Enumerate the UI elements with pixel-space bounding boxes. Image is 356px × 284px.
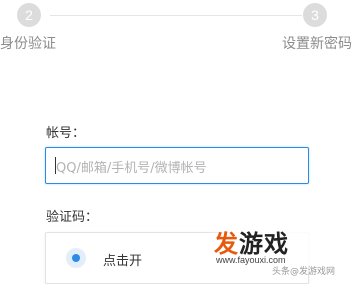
step-3-label: 设置新密码 — [282, 36, 352, 52]
account-placeholder: QQ/邮箱/手机号/微博帐号 — [56, 161, 207, 176]
step-2-label: 身份验证 — [0, 36, 56, 52]
watermark-subtitle: 头条@发游戏网 — [272, 267, 336, 277]
step-2-circle: 2 — [17, 3, 41, 27]
account-label: 帐号： — [46, 126, 86, 141]
watermark-brand-rest: 游戏 — [239, 230, 289, 258]
captcha-label: 验证码： — [46, 210, 99, 225]
step-3-circle: 3 — [303, 3, 327, 27]
account-input[interactable]: QQ/邮箱/手机号/微博帐号 — [45, 147, 309, 184]
watermark-brand-accent: 发 — [214, 230, 239, 258]
captcha-indicator-dot — [72, 254, 80, 262]
captcha-button-label: 点击开 — [103, 254, 143, 269]
captcha-indicator-icon — [66, 248, 86, 268]
watermark-brand: 发游戏 — [214, 224, 289, 259]
watermark-logo: 发游戏 www.fayouxi.com 头条@发游戏网 — [200, 218, 350, 278]
step-connector-line — [50, 15, 302, 16]
steps-bar: 2 身份验证 3 设置新密码 — [0, 0, 356, 60]
